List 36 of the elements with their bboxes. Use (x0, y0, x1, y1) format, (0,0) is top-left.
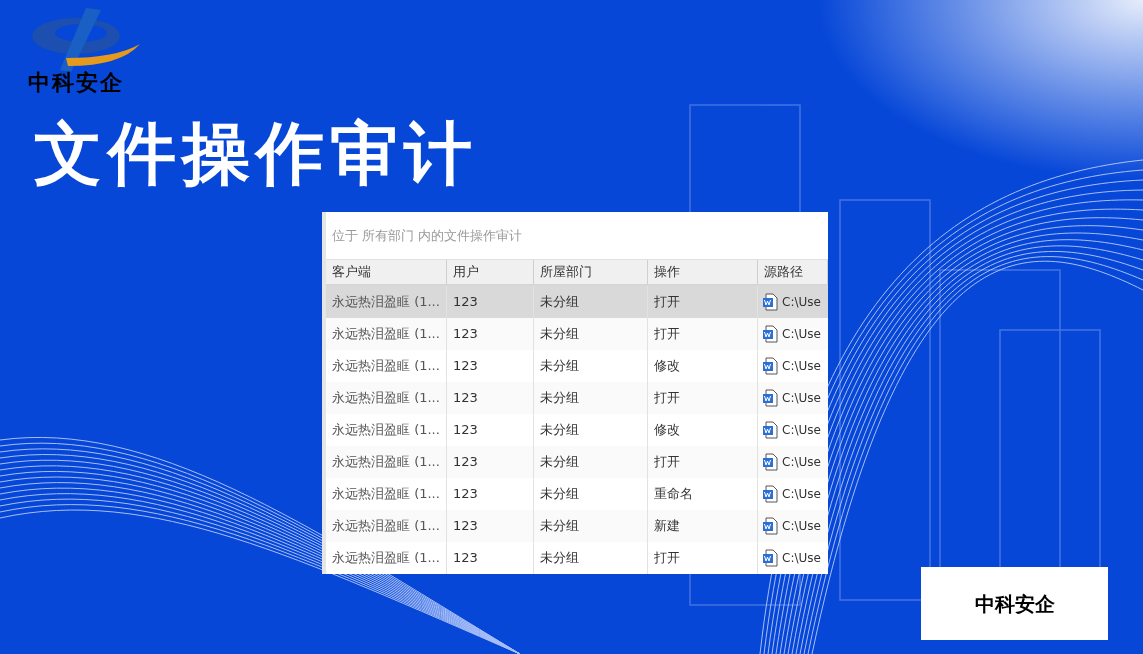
document-icon (762, 421, 778, 439)
table-cell-text: C:\Use (782, 486, 821, 503)
table-cell-text: C:\Use (782, 550, 821, 567)
document-icon (762, 357, 778, 375)
column-header[interactable]: 源路径 (758, 260, 828, 284)
table-row[interactable]: 永远热泪盈眶 (1... 123 未分组 打开 C:\Use (326, 286, 828, 318)
table-cell: 打开 (648, 542, 758, 574)
table-cell-text: C:\Use (782, 326, 821, 343)
document-icon (762, 389, 778, 407)
table-row[interactable]: 永远热泪盈眶 (1... 123 未分组 打开 C:\Use (326, 318, 828, 350)
table-cell-text: C:\Use (782, 358, 821, 375)
document-icon (762, 517, 778, 535)
column-header[interactable]: 客户端 (326, 260, 447, 284)
table-cell-text: C:\Use (782, 454, 821, 471)
table-row[interactable]: 永远热泪盈眶 (1... 123 未分组 新建 C:\Use (326, 510, 828, 542)
panel-caption: 位于 所有部门 内的文件操作审计 (332, 226, 523, 245)
column-header[interactable]: 操作 (648, 260, 758, 284)
brand-badge: 中科安企 (921, 567, 1108, 640)
table-row[interactable]: 永远热泪盈眶 (1... 123 未分组 打开 C:\Use (326, 446, 828, 478)
document-icon (762, 485, 778, 503)
table-cell: 永远热泪盈眶 (1... (326, 542, 447, 574)
table-cell-text: C:\Use (782, 518, 821, 535)
headline: 文件操作审计 (34, 120, 479, 188)
table-cell-text: C:\Use (782, 390, 821, 407)
logo-text: 中科安企 (28, 72, 124, 94)
document-icon (762, 549, 778, 567)
table-cell: 123 (447, 542, 534, 574)
column-header[interactable]: 用户 (447, 260, 534, 284)
table-cell: 未分组 (534, 542, 648, 574)
document-icon (762, 325, 778, 343)
column-header[interactable]: 所屋部门 (534, 260, 648, 284)
table-cell-text: C:\Use (782, 294, 821, 311)
table-cell-text: C:\Use (782, 422, 821, 439)
document-icon (762, 293, 778, 311)
document-icon (762, 453, 778, 471)
table-row[interactable]: 永远热泪盈眶 (1... 123 未分组 打开 C:\Use (326, 382, 828, 414)
